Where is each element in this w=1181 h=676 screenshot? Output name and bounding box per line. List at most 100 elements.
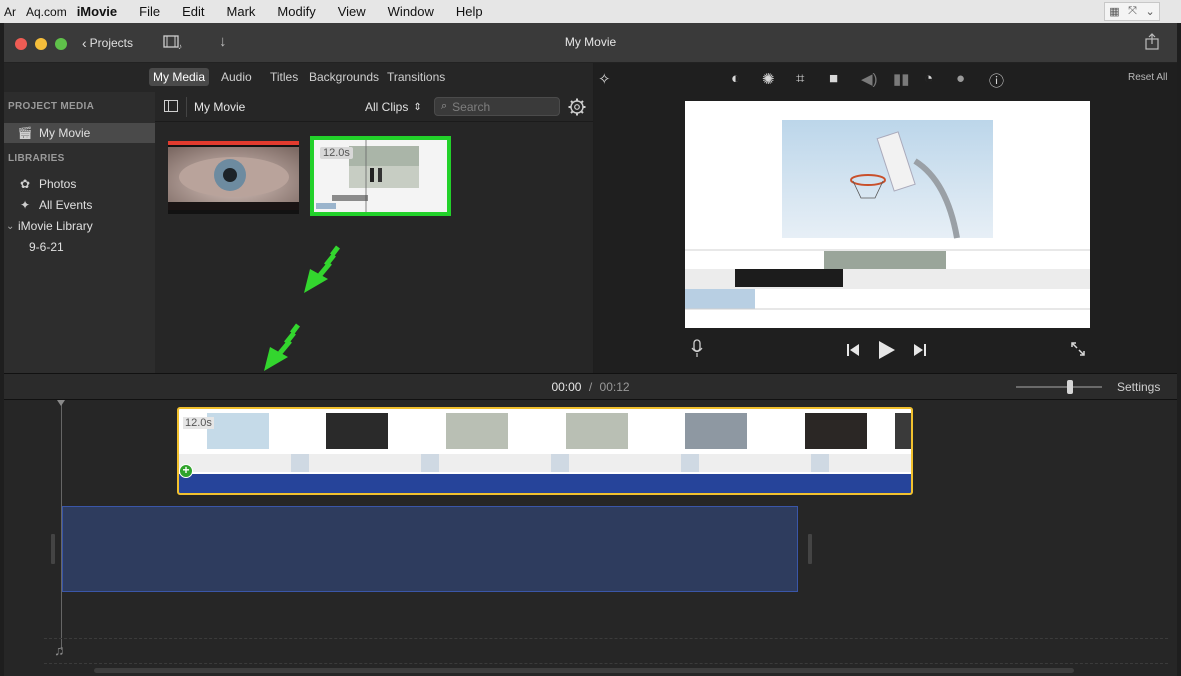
menu-view[interactable]: View <box>338 4 366 19</box>
drop-zone-right-handle[interactable] <box>808 534 812 564</box>
menu-file[interactable]: File <box>139 4 160 19</box>
tab-audio[interactable]: Audio <box>221 70 252 84</box>
palette-icon[interactable]: ✺ <box>762 70 775 88</box>
clip-audio-waveform <box>179 454 911 472</box>
filmstrip-frame <box>566 413 628 449</box>
updown-chevron-icon: ⇕ <box>413 101 422 113</box>
sidebar-item-label: My Movie <box>39 126 91 140</box>
menu-help[interactable]: Help <box>456 4 483 19</box>
clip-used-indicator <box>168 141 299 145</box>
tab-titles[interactable]: Titles <box>270 70 298 84</box>
filmstrip-frame <box>326 413 388 449</box>
search-input-box[interactable]: ⌕ Search <box>434 97 560 116</box>
grid-icon[interactable]: ▦ <box>1109 5 1119 18</box>
tab-my-media[interactable]: My Media <box>149 68 210 86</box>
sidebar-item-label: Photos <box>39 177 77 191</box>
reset-all-button[interactable]: Reset All <box>1128 72 1167 83</box>
star-icon: ✦ <box>19 198 31 212</box>
timeline: 12.0s + ♫ <box>4 400 1177 676</box>
window-controls-overlay: ▦ ⤧ ⌄ <box>1104 2 1160 21</box>
speed-icon[interactable]: ◔ <box>924 70 933 87</box>
library-title: My Movie <box>194 100 246 114</box>
window-title: My Movie <box>564 35 617 49</box>
browser-toolbar: My Movie All Clips ⇕ ⌕ Search <box>155 92 593 122</box>
filter-icon[interactable]: ● <box>956 70 965 87</box>
menu-app-name[interactable]: iMovie <box>77 4 117 19</box>
sidebar-item-imovie-library[interactable]: ⌄ iMovie Library <box>6 219 93 233</box>
magic-wand-icon[interactable]: ✧ <box>598 70 611 88</box>
libraries-header: LIBRARIES <box>8 153 65 164</box>
equalizer-icon[interactable]: ▮▮ <box>893 70 910 88</box>
clip-duration-badge: 12.0s <box>320 147 353 159</box>
viewer-pane: ✧ ◐ ✺ ⌗ ■ ◀) ▮▮ ◔ ● ⓘ Reset All <box>594 63 1177 373</box>
clip-audio-track <box>179 474 911 493</box>
settings-button[interactable]: Settings <box>1117 380 1160 394</box>
title-bar: ‹ Projects ♪ ↓ My Movie <box>4 23 1177 63</box>
zoom-slider-thumb[interactable] <box>1067 380 1073 394</box>
menu-modify[interactable]: Modify <box>277 4 315 19</box>
crop-icon[interactable]: ⌗ <box>796 70 804 87</box>
preview-image <box>685 120 1090 310</box>
clip-thumbnail-eye[interactable] <box>168 141 299 214</box>
disclosure-chevron-icon[interactable]: ⌄ <box>6 221 18 232</box>
drag-arrow-upper-icon <box>304 245 340 293</box>
filmstrip-frame <box>446 413 508 449</box>
photos-icon: ✿ <box>19 177 31 191</box>
clip-filter-value: All Clips <box>365 100 409 114</box>
filmstrip-frame <box>895 413 911 449</box>
menu-mark[interactable]: Mark <box>227 4 256 19</box>
zoom-slider[interactable] <box>1016 380 1102 394</box>
volume-icon[interactable]: ◀) <box>861 70 878 88</box>
project-media-header: PROJECT MEDIA <box>8 101 95 112</box>
menu-edit[interactable]: Edit <box>182 4 204 19</box>
timeline-video-clip[interactable]: 12.0s <box>177 407 913 495</box>
current-time: 00:00 <box>551 380 582 394</box>
add-clip-indicator: + <box>179 464 193 478</box>
filmstrip-frame <box>805 413 867 449</box>
skip-back-button[interactable] <box>846 343 860 357</box>
tab-backgrounds[interactable]: Backgrounds <box>309 70 379 84</box>
sidebar-toggle-icon[interactable] <box>164 100 178 112</box>
clip-filter-select[interactable]: All Clips ⇕ <box>365 100 422 114</box>
sidebar-item-event[interactable]: 9-6-21 <box>29 240 64 254</box>
search-input[interactable]: Search <box>452 100 490 114</box>
play-button[interactable] <box>877 340 897 360</box>
drop-zone[interactable] <box>62 506 798 592</box>
eye-thumbnail-image <box>168 147 299 210</box>
timeline-scrollbar[interactable] <box>94 668 1074 673</box>
share-icon[interactable] <box>1144 33 1160 51</box>
filmstrip-frame <box>685 413 747 449</box>
sidebar-item-label: 9-6-21 <box>29 240 64 254</box>
expand-icon[interactable]: ⤧ <box>1128 5 1137 18</box>
music-note-icon: ♫ <box>54 642 65 658</box>
clip-thumbnail-selected[interactable]: 12.0s <box>310 136 451 216</box>
media-browser: My Media Audio Titles Backgrounds Transi… <box>4 63 593 373</box>
sidebar-item-label: iMovie Library <box>18 219 93 233</box>
gear-icon[interactable] <box>568 98 586 116</box>
color-balance-icon[interactable]: ◐ <box>731 70 740 87</box>
sidebar: PROJECT MEDIA 🎬︎ My Movie LIBRARIES ✿ Ph… <box>4 92 155 373</box>
fullscreen-icon[interactable] <box>1070 341 1086 357</box>
filmstrip-frame <box>207 413 269 449</box>
apple-logo-watermark: Ar Aq.com <box>4 4 67 19</box>
time-separator: / <box>588 380 593 394</box>
menu-bar: Ar Aq.com iMovie File Edit Mark Modify V… <box>0 0 1181 23</box>
search-icon: ⌕ <box>441 100 448 112</box>
info-icon[interactable]: ⓘ <box>989 70 1004 91</box>
drop-zone-left-handle[interactable] <box>51 534 55 564</box>
collapse-icon[interactable]: ⌄ <box>1146 5 1155 18</box>
total-time: 00:12 <box>599 380 630 394</box>
timeline-toolbar: 00:00 / 00:12 Settings <box>4 373 1177 400</box>
skip-forward-button[interactable] <box>913 343 927 357</box>
sidebar-item-label: All Events <box>39 198 93 212</box>
tab-transitions[interactable]: Transitions <box>387 70 445 84</box>
camera-icon[interactable]: ■ <box>829 70 838 87</box>
preview-canvas <box>685 101 1090 328</box>
sidebar-item-all-events[interactable]: ✦ All Events <box>17 198 92 212</box>
timeline-clip-duration: 12.0s <box>183 417 214 429</box>
menu-window[interactable]: Window <box>388 4 434 19</box>
microphone-icon[interactable] <box>691 339 703 359</box>
clapper-icon: 🎬︎ <box>17 126 33 140</box>
sidebar-item-photos[interactable]: ✿ Photos <box>17 177 76 191</box>
music-track-area <box>44 638 1168 664</box>
